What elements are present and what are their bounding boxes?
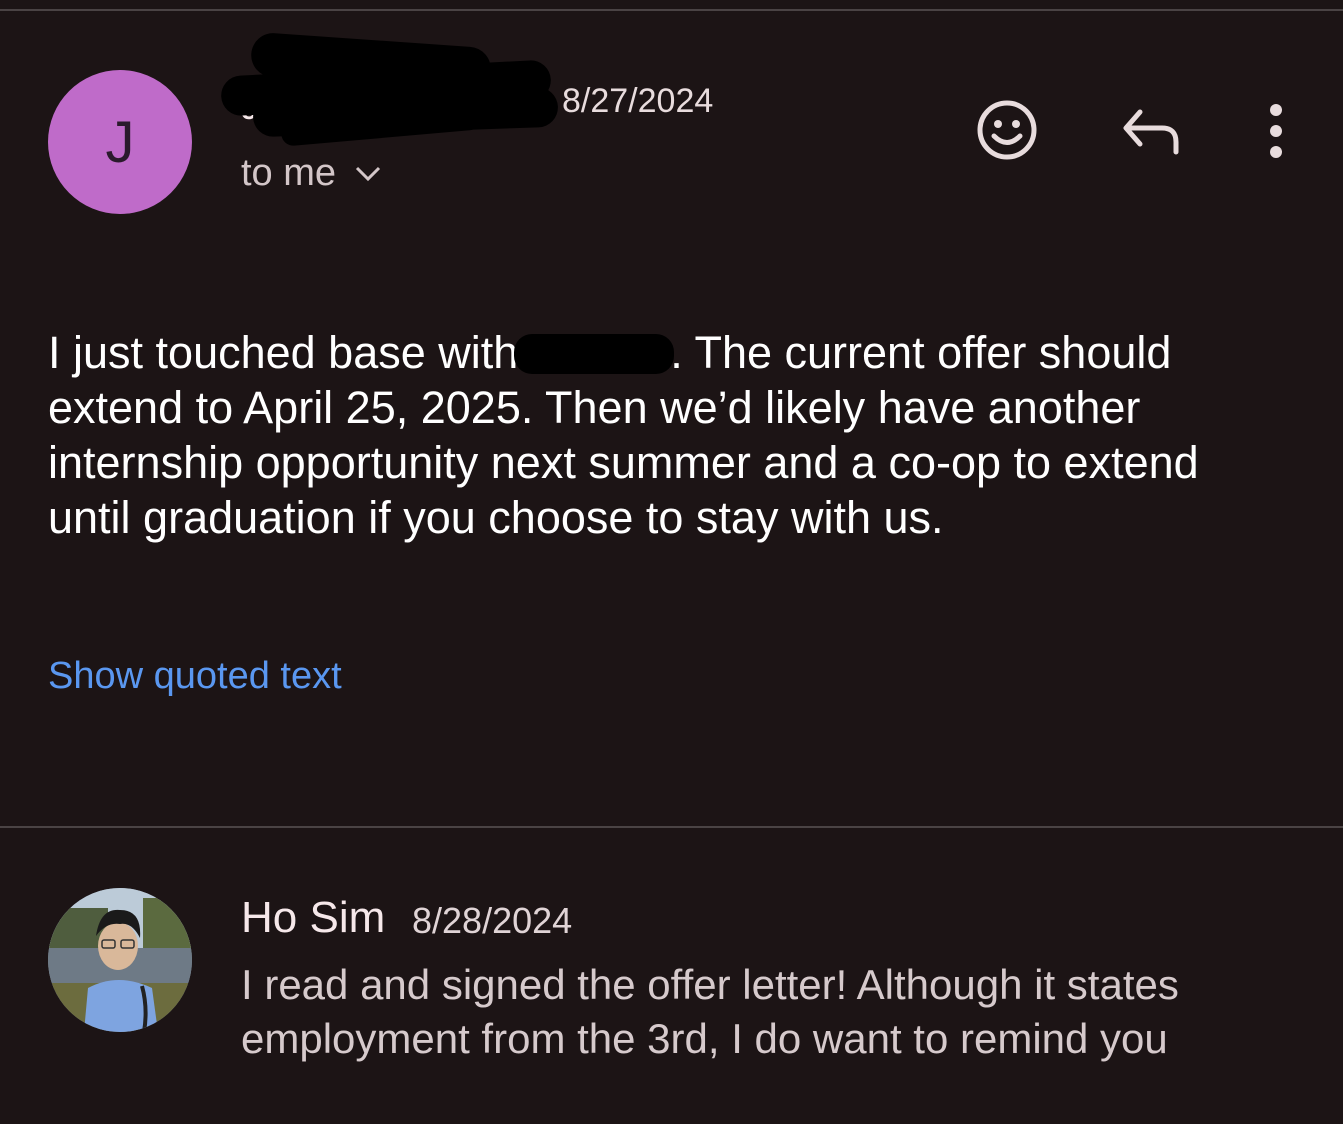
sender-avatar[interactable]: J — [48, 70, 192, 214]
body-text-part-1: I just touched base with — [48, 327, 519, 378]
more-options-icon[interactable] — [1258, 100, 1294, 162]
message-body: I just touched base with. The current of… — [48, 325, 1288, 545]
message-date: 8/27/2024 — [562, 82, 714, 120]
message-preview[interactable]: I read and signed the offer letter! Alth… — [241, 958, 1301, 1066]
show-quoted-text-link[interactable]: Show quoted text — [48, 655, 342, 698]
message-divider — [0, 826, 1343, 828]
sender-avatar-photo[interactable] — [48, 888, 192, 1032]
recipient-toggle[interactable]: to me — [241, 152, 382, 195]
emoji-reaction-icon[interactable] — [975, 98, 1039, 162]
sender-name-row: J — [220, 31, 559, 147]
chevron-down-icon[interactable] — [354, 165, 382, 183]
top-divider — [0, 9, 1343, 11]
reply-icon[interactable] — [1118, 104, 1184, 160]
sender-name-redacted: J — [220, 31, 559, 147]
avatar-letter: J — [105, 109, 135, 175]
recipient-label: to me — [241, 152, 337, 194]
message-date: 8/28/2024 — [412, 900, 573, 941]
redaction-mark — [514, 334, 675, 374]
sender-name: Ho Sim — [241, 893, 386, 942]
email-thread: J J 8/27/2024 to me — [0, 0, 1343, 1124]
